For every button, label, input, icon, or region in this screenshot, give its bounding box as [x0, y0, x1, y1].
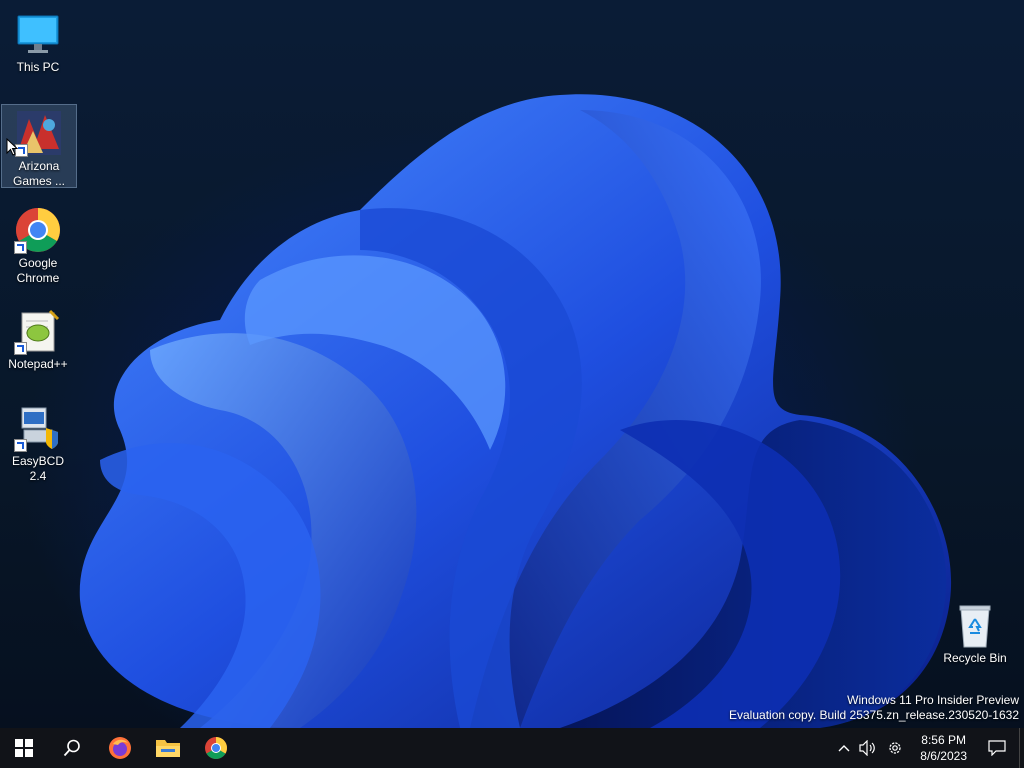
recycle-bin-icon [951, 601, 999, 649]
show-hidden-icons-button[interactable] [832, 728, 856, 768]
desktop-icon-label: Notepad++ [8, 357, 68, 371]
taskbar-firefox[interactable] [96, 728, 144, 768]
file-explorer-icon [156, 740, 180, 757]
desktop-icon-label: Recycle Bin [943, 651, 1007, 665]
start-button[interactable] [0, 728, 48, 768]
wallpaper-bloom [79, 94, 952, 728]
search-button[interactable] [48, 728, 96, 768]
clock[interactable]: 8:56 PM 8/6/2023 [910, 732, 977, 764]
desktop-icon-label: EasyBCD 2.4 [11, 454, 64, 483]
desktop-icon-this-pc[interactable]: This PC [0, 6, 76, 76]
speaker-icon [859, 740, 876, 756]
volume-button[interactable] [856, 728, 880, 768]
shortcut-arrow-icon [14, 439, 27, 452]
mouse-cursor-icon [6, 138, 18, 156]
desktop-icon-notepad-plus-plus[interactable]: Notepad++ [0, 303, 76, 373]
watermark-edition: Windows 11 Pro Insider Preview [847, 693, 1019, 707]
arizona-games-icon [15, 109, 63, 157]
desktop-icon-label: Google Chrome [16, 256, 60, 285]
watermark-build: Evaluation copy. Build 25375.zn_release.… [729, 708, 1019, 722]
clock-date: 8/6/2023 [920, 749, 967, 763]
system-tray: 8:56 PM 8/6/2023 [832, 728, 1024, 768]
search-icon [63, 739, 80, 757]
desktop-icon-label: Arizona Games ... [12, 159, 65, 188]
taskbar-chrome[interactable] [192, 728, 240, 768]
taskbar-file-explorer[interactable] [144, 728, 192, 768]
gear-icon [889, 742, 901, 754]
easybcd-icon [14, 404, 62, 452]
settings-tray-button[interactable] [880, 728, 910, 768]
chrome-icon [205, 737, 227, 759]
desktop: This PC Arizona Games ... Google Chrome … [0, 0, 1024, 728]
notepad-plus-plus-icon [14, 307, 62, 355]
chrome-icon [14, 206, 62, 254]
show-desktop-button[interactable] [1019, 728, 1024, 768]
desktop-icon-easybcd[interactable]: EasyBCD 2.4 [0, 400, 76, 483]
chevron-up-icon [838, 745, 850, 752]
shortcut-arrow-icon [14, 241, 27, 254]
firefox-icon [109, 737, 131, 759]
evaluation-watermark: Windows 11 Pro Insider Preview Evaluatio… [729, 693, 1019, 723]
computer-icon [14, 10, 62, 58]
shortcut-arrow-icon [14, 342, 27, 355]
desktop-icon-label: This PC [16, 60, 60, 74]
desktop-icon-google-chrome[interactable]: Google Chrome [0, 202, 76, 286]
taskbar: 8:56 PM 8/6/2023 [0, 728, 1024, 768]
notification-icon [988, 740, 1006, 756]
clock-time: 8:56 PM [921, 733, 966, 747]
desktop-icon-recycle-bin[interactable]: Recycle Bin [937, 597, 1013, 667]
start-icon [15, 739, 33, 757]
action-center-button[interactable] [977, 728, 1017, 768]
